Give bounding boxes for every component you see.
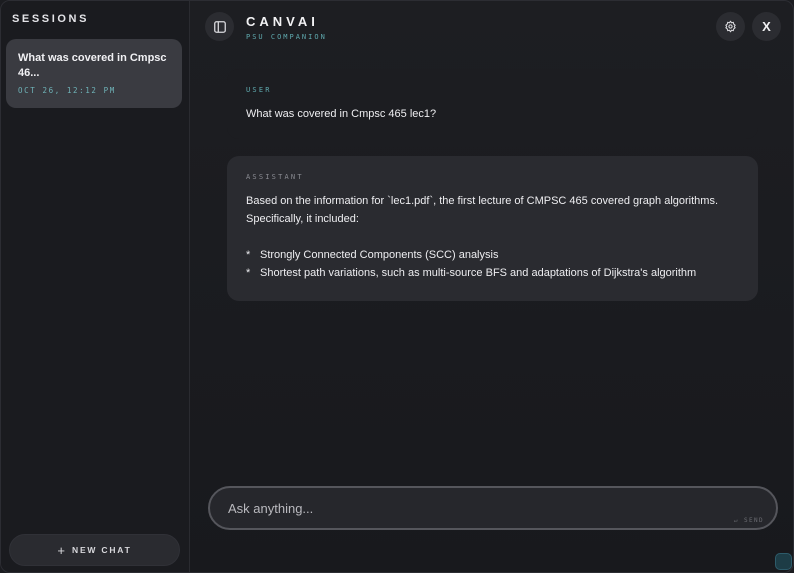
bullet-text: Strongly Connected Components (SCC) anal… bbox=[260, 249, 499, 261]
status-indicator bbox=[775, 553, 792, 570]
settings-button[interactable] bbox=[716, 12, 745, 41]
message-line: Based on the information for `lec1.pdf`,… bbox=[246, 195, 719, 207]
session-item[interactable]: What was covered in Cmpsc 46... OCT 26, … bbox=[6, 39, 182, 108]
message-role: USER bbox=[246, 86, 272, 94]
gear-icon bbox=[725, 20, 736, 33]
app-title: CANVAI bbox=[246, 14, 319, 29]
message-line: What was covered in Cmpsc 465 lec1? bbox=[246, 108, 437, 120]
message-input[interactable] bbox=[228, 488, 728, 528]
app-subtitle: PSU COMPANION bbox=[246, 33, 327, 41]
bullet-text: Shortest path variations, such as multi-… bbox=[260, 267, 697, 279]
assistant-message: ASSISTANT Based on the information for `… bbox=[227, 156, 758, 301]
message-line: Specifically, it included: bbox=[246, 213, 359, 225]
message-role: ASSISTANT bbox=[246, 173, 304, 181]
bullet-item: * Shortest path variations, such as mult… bbox=[246, 264, 739, 282]
new-chat-button[interactable]: + NEW CHAT bbox=[9, 534, 180, 566]
message-text: What was covered in Cmpsc 465 lec1? bbox=[246, 105, 739, 123]
new-chat-label: NEW CHAT bbox=[72, 545, 132, 555]
plus-icon: + bbox=[57, 542, 65, 558]
message-text: Based on the information for `lec1.pdf`,… bbox=[246, 192, 739, 282]
composer: ↵ SEND bbox=[208, 486, 778, 530]
bullet-item: * Strongly Connected Components (SCC) an… bbox=[246, 246, 739, 264]
bullet-mark: * bbox=[246, 267, 251, 279]
bullet-mark: * bbox=[246, 249, 251, 261]
session-date: OCT 26, 12:12 PM bbox=[18, 86, 116, 95]
sidebar-title: SESSIONS bbox=[12, 13, 90, 25]
message-spacer bbox=[246, 228, 739, 246]
sidebar-toggle-button[interactable] bbox=[205, 12, 234, 41]
sidebar: SESSIONS What was covered in Cmpsc 46...… bbox=[1, 1, 190, 572]
session-title: What was covered in Cmpsc 46... bbox=[18, 52, 167, 79]
close-icon: X bbox=[762, 19, 771, 34]
app-window: SESSIONS What was covered in Cmpsc 46...… bbox=[0, 0, 794, 573]
close-button[interactable]: X bbox=[752, 12, 781, 41]
sidebar-toggle-icon bbox=[213, 20, 226, 33]
user-message: USER What was covered in Cmpsc 465 lec1? bbox=[227, 69, 758, 139]
send-button[interactable]: ↵ SEND bbox=[734, 517, 764, 524]
